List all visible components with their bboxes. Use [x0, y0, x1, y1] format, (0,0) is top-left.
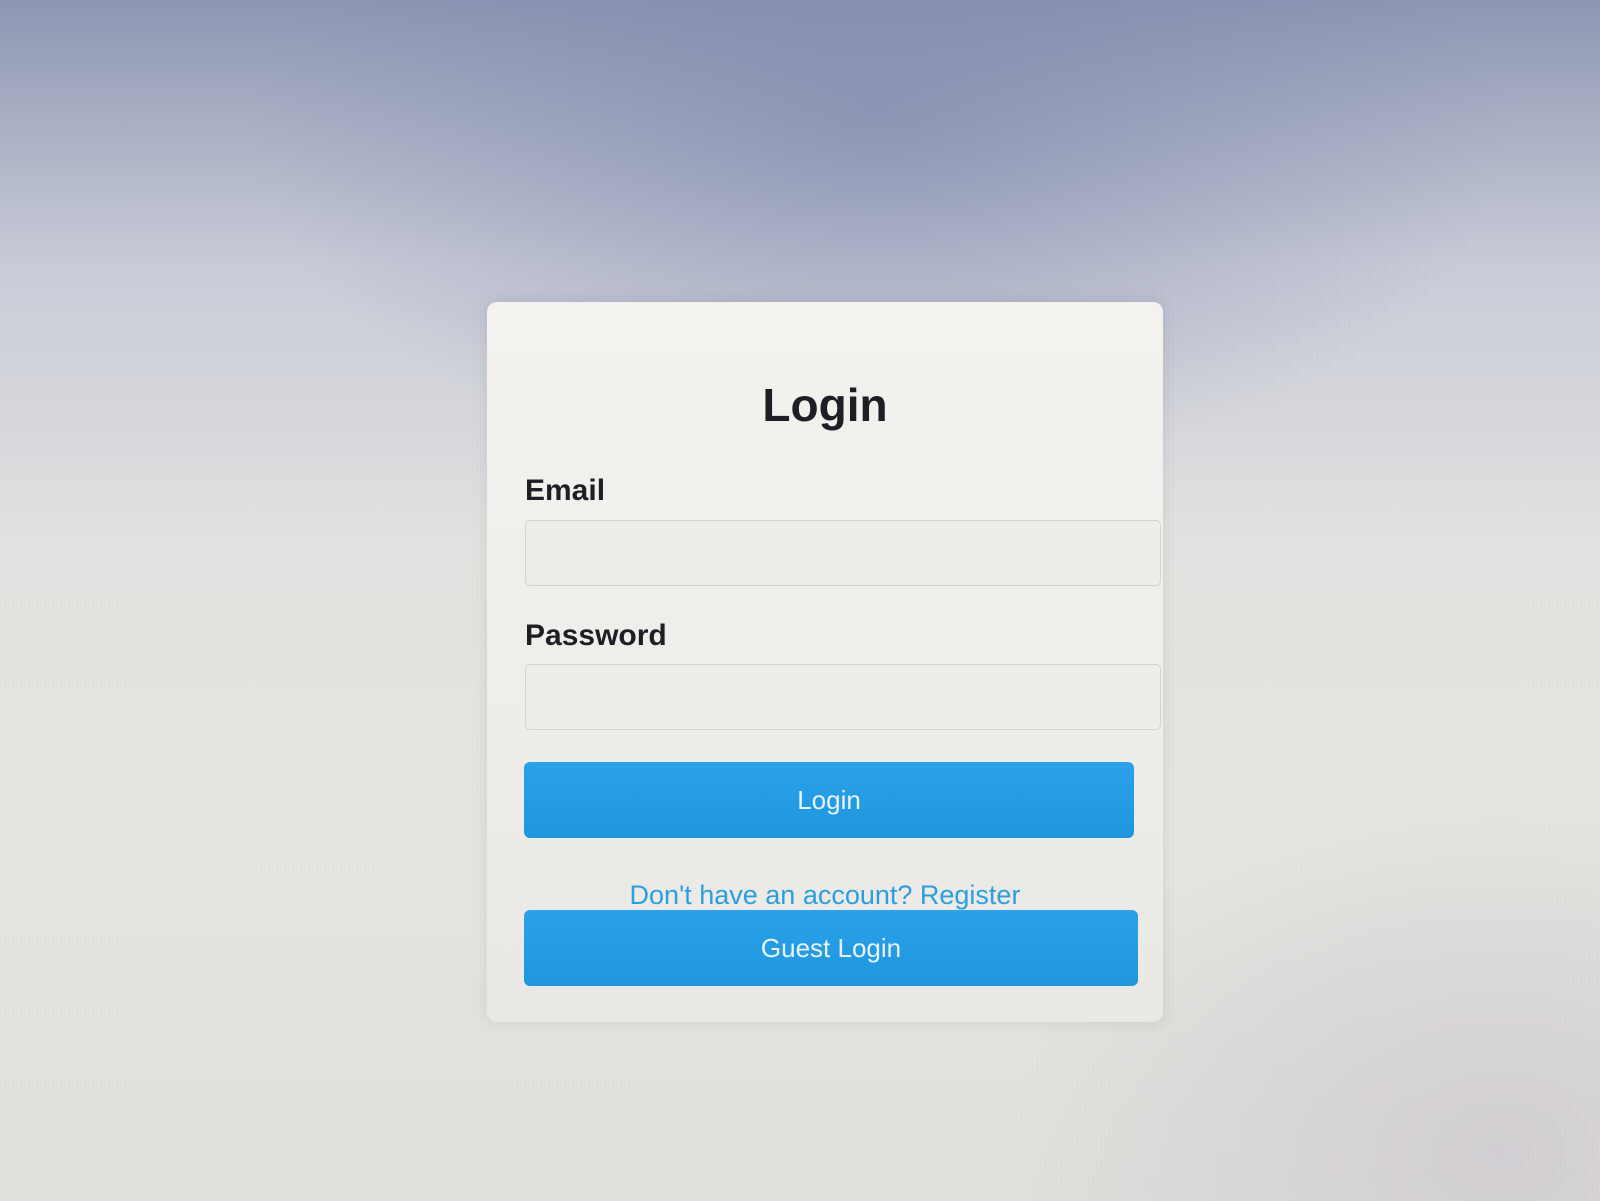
login-button[interactable]: Login	[524, 762, 1134, 838]
email-field[interactable]	[525, 520, 1161, 586]
guest-login-button[interactable]: Guest Login	[524, 910, 1138, 986]
password-label: Password	[525, 619, 667, 652]
email-label: Email	[525, 474, 606, 507]
register-link[interactable]: Don't have an account? Register	[487, 880, 1163, 911]
login-card: Login Email Password Login Don't have an…	[487, 302, 1163, 1022]
page-title: Login	[762, 379, 888, 431]
password-field[interactable]	[525, 664, 1161, 730]
